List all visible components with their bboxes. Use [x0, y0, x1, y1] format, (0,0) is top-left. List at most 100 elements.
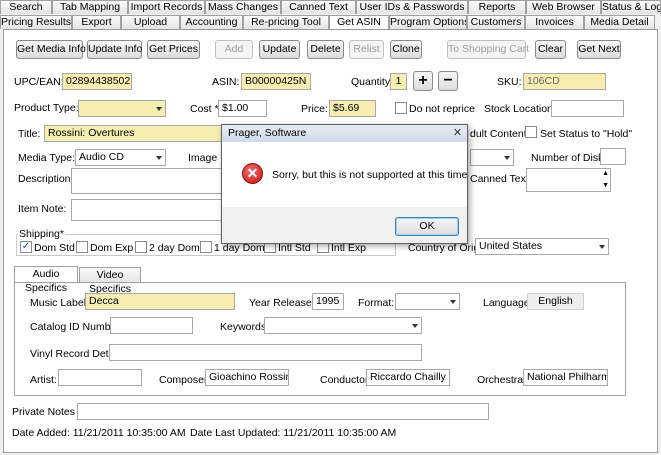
tab-accounting[interactable]: Accounting: [180, 15, 243, 29]
get-media-info-button[interactable]: Get Media Info: [16, 40, 86, 59]
tab-customers[interactable]: Customers: [467, 15, 525, 29]
tab-audio-specifics[interactable]: Audio Specifics: [14, 266, 78, 294]
private-notes-label: Private Notes *: [12, 406, 83, 418]
tab-upload[interactable]: Upload: [121, 15, 180, 29]
item-note-field[interactable]: [71, 199, 231, 221]
tab-repricing-tool[interactable]: Re-pricing Tool: [243, 15, 329, 29]
media-type-label: Media Type: *: [18, 152, 83, 164]
quantity-minus-button[interactable]: −: [438, 71, 458, 91]
format-label: Format:: [358, 297, 395, 309]
chevron-down-icon: [156, 156, 162, 160]
clone-button[interactable]: Clone: [390, 40, 422, 59]
product-type-select[interactable]: [78, 100, 166, 117]
error-icon: ✕: [242, 163, 263, 184]
tab-video-specifics[interactable]: Video Specifics: [79, 267, 141, 295]
add-button[interactable]: Add: [215, 40, 253, 59]
tab-export[interactable]: Export: [72, 15, 121, 29]
to-shopping-cart-button[interactable]: To Shopping Cart: [447, 40, 529, 59]
tab-reports[interactable]: Reports: [468, 0, 526, 14]
stock-location-label: Stock Location *: [484, 103, 560, 115]
chevron-down-icon: [156, 107, 162, 111]
tab-status-log[interactable]: Status & Log: [601, 0, 661, 14]
tab-program-options[interactable]: Program Options: [389, 15, 467, 29]
tab-web-browser[interactable]: Web Browser: [526, 0, 601, 14]
relist-button[interactable]: Relist: [349, 40, 384, 59]
year-released-field[interactable]: 1995: [312, 293, 344, 310]
set-status-hold-checkbox[interactable]: [525, 126, 537, 138]
ship-dom-std-checkbox[interactable]: ✓: [20, 241, 32, 253]
get-next-button[interactable]: Get Next: [577, 40, 621, 59]
tab-search[interactable]: Search: [0, 0, 52, 14]
ship-dom-exp-checkbox[interactable]: [76, 241, 88, 253]
ship-dom-std-label: Dom Std: [34, 242, 75, 254]
private-notes-field[interactable]: [77, 403, 489, 420]
country-select[interactable]: United States: [475, 238, 609, 255]
get-prices-button[interactable]: Get Prices: [147, 40, 200, 59]
keywords-select[interactable]: [264, 317, 422, 334]
upc-field[interactable]: 028944385021: [62, 73, 132, 90]
quantity-field[interactable]: 1: [390, 73, 407, 90]
orchestra-field[interactable]: National Philharmonic: [523, 369, 608, 386]
tab-media-detail[interactable]: Media Detail: [584, 15, 655, 29]
catalog-id-label: Catalog ID Number:: [30, 321, 123, 333]
price-label: Price:: [301, 103, 328, 115]
tab-get-asin[interactable]: Get ASIN: [329, 15, 389, 30]
dialog-message: Sorry, but this is not supported at this…: [272, 169, 468, 181]
title-field[interactable]: Rossini: Overtures: [44, 125, 224, 142]
cost-field[interactable]: $1.00: [218, 100, 267, 117]
cost-label: Cost *: [190, 103, 219, 115]
orchestra-label: Orchestra:: [477, 374, 527, 386]
composer-field[interactable]: Gioachino Rossini: [205, 369, 289, 386]
tab-invoices[interactable]: Invoices: [525, 15, 584, 29]
tab-user-ids[interactable]: User IDs & Passwords: [356, 0, 468, 14]
dialog-title-text: Prager, Software: [228, 127, 307, 139]
canned-text-down-icon[interactable]: ▼: [602, 182, 609, 190]
close-icon[interactable]: ✕: [451, 127, 464, 140]
delete-button[interactable]: Delete: [307, 40, 344, 59]
artist-field[interactable]: [58, 369, 142, 386]
tab-mass-changes[interactable]: Mass Changes: [205, 0, 281, 14]
artist-label: Artist:: [30, 374, 57, 386]
description-label: Description:: [18, 173, 74, 185]
media-type-select[interactable]: Audio CD: [75, 149, 166, 166]
canned-text-up-icon[interactable]: ▲: [602, 170, 609, 178]
chevron-down-icon: [450, 300, 456, 304]
adult-content-label: dult Content: [470, 128, 527, 140]
canned-text-label: Canned Text:: [470, 173, 532, 185]
date-added: Date Added: 11/21/2011 10:35:00 AM: [12, 427, 186, 439]
image-select-partial[interactable]: [470, 149, 514, 166]
description-field[interactable]: [71, 168, 231, 194]
chevron-down-icon: [599, 245, 605, 249]
sku-field[interactable]: 106CD: [523, 73, 606, 90]
keywords-label: Keywords:: [220, 321, 270, 333]
clear-button[interactable]: Clear: [535, 40, 566, 59]
asin-field[interactable]: B00000425N: [241, 73, 311, 90]
quantity-plus-button[interactable]: +: [413, 71, 433, 91]
ok-button[interactable]: OK: [395, 217, 459, 236]
date-last-updated: Date Last Updated: 11/21/2011 10:35:00 A…: [190, 427, 397, 439]
error-dialog: Prager, Software ✕ ✕ Sorry, but this is …: [221, 124, 468, 244]
asin-label: ASIN:: [212, 76, 240, 88]
update-button[interactable]: Update: [259, 40, 300, 59]
do-not-reprice-checkbox[interactable]: [395, 102, 407, 114]
ship-1day-checkbox[interactable]: [200, 241, 212, 253]
tab-tab-mapping[interactable]: Tab Mapping: [52, 0, 128, 14]
language-label: Language:: [483, 297, 533, 309]
tab-canned-text[interactable]: Canned Text: [281, 0, 356, 14]
format-select[interactable]: [395, 293, 460, 310]
media-type-value: Audio CD: [79, 151, 124, 163]
music-label-field[interactable]: Decca: [85, 293, 235, 310]
ship-2day-checkbox[interactable]: [135, 241, 147, 253]
canned-text-select[interactable]: ▲ ▼: [526, 168, 611, 192]
conductor-field[interactable]: Riccardo Chailly: [366, 369, 450, 386]
update-info-button[interactable]: Update Info: [87, 40, 142, 59]
price-field[interactable]: $5.69: [329, 100, 376, 117]
tab-import-records[interactable]: Import Records: [128, 0, 205, 14]
quantity-label: Quantity:: [351, 76, 394, 88]
number-of-disks-field[interactable]: [600, 148, 626, 165]
tab-pricing-results[interactable]: Pricing Results: [0, 15, 72, 29]
vinyl-details-field[interactable]: [109, 344, 422, 361]
catalog-id-field[interactable]: [110, 317, 193, 334]
item-note-label: Item Note:: [18, 203, 67, 215]
stock-location-field[interactable]: [551, 100, 624, 117]
